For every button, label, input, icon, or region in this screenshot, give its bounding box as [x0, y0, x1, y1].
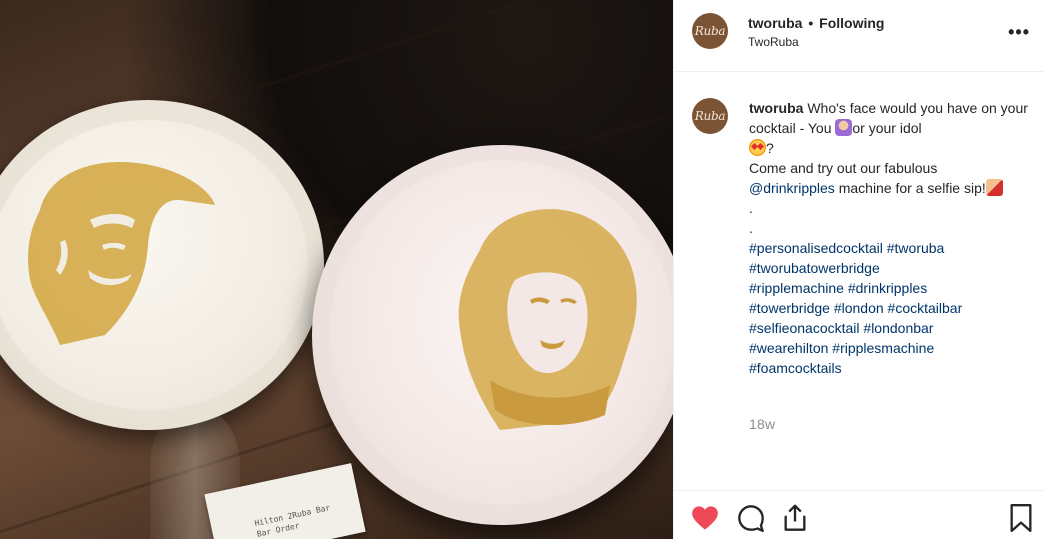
woman-raising-hand-emoji-icon — [835, 119, 853, 136]
caption-text: or your idol — [852, 120, 922, 136]
comment-icon — [738, 505, 764, 532]
following-button[interactable]: Following — [819, 15, 884, 31]
hashtag-link[interactable]: #cocktailbar — [888, 300, 963, 316]
hashtag-link[interactable]: #wearehilton — [749, 340, 828, 356]
hashtag-link[interactable]: #tworubatowerbridge — [749, 260, 880, 276]
caption-text: Come and try out our fabulous — [749, 160, 938, 176]
post-timestamp[interactable]: 18w — [749, 416, 775, 432]
location-link[interactable]: TwoRuba — [748, 35, 799, 49]
caption-dot: . — [749, 200, 753, 216]
post-caption: tworuba Who's face would you have on you… — [749, 98, 1034, 378]
header-title: tworuba • Following — [748, 15, 884, 31]
hashtag-link[interactable]: #london — [834, 300, 884, 316]
share-button[interactable] — [780, 503, 810, 533]
action-bar — [674, 490, 1044, 539]
selfie-emoji-icon — [985, 179, 1003, 196]
caption-text: ? — [766, 140, 774, 156]
caption-username-link[interactable]: tworuba — [749, 100, 803, 116]
hashtag-link[interactable]: #foamcocktails — [749, 360, 842, 376]
post-sidebar: Ruba tworuba • Following TwoRuba ••• Rub… — [673, 0, 1044, 539]
hashtag-link[interactable]: #personalisedcocktail — [749, 240, 883, 256]
hashtag-link[interactable]: #tworuba — [887, 240, 945, 256]
separator-dot: • — [808, 15, 814, 31]
avatar[interactable]: Ruba — [692, 98, 728, 134]
post-header: Ruba tworuba • Following TwoRuba ••• — [674, 0, 1044, 72]
bookmark-icon — [1010, 504, 1032, 532]
avatar[interactable]: Ruba — [692, 13, 728, 49]
save-button[interactable] — [1006, 503, 1036, 533]
comment-button[interactable] — [736, 503, 766, 533]
hashtag-link[interactable]: #drinkripples — [848, 280, 927, 296]
hashtag-link[interactable]: #londonbar — [863, 320, 933, 336]
hashtag-link[interactable]: #selfieonacocktail — [749, 320, 860, 336]
hashtag-link[interactable]: #ripplemachine — [749, 280, 844, 296]
mention-link[interactable]: @drinkripples — [749, 180, 835, 196]
foam-print-portrait-left — [28, 162, 215, 345]
foam-print-portrait-right — [458, 209, 637, 430]
avatar-logo-text: Ruba — [694, 24, 726, 38]
star-struck-emoji-icon — [749, 139, 766, 156]
more-options-icon[interactable]: ••• — [1008, 22, 1030, 43]
caption-section: Ruba tworuba Who's face would you have o… — [674, 72, 1044, 488]
like-button[interactable] — [690, 503, 720, 533]
username-link[interactable]: tworuba — [748, 15, 802, 31]
caption-dot: . — [749, 220, 753, 236]
avatar-logo-text: Ruba — [694, 109, 726, 123]
post-photo[interactable]: Hilton 2Ruba Bar Bar Order — [0, 0, 673, 539]
caption-text: machine for a selfie sip! — [838, 180, 986, 196]
hashtag-link[interactable]: #towerbridge — [749, 300, 830, 316]
share-icon — [784, 504, 806, 531]
hashtag-link[interactable]: #ripplesmachine — [832, 340, 934, 356]
heart-icon — [692, 506, 718, 530]
